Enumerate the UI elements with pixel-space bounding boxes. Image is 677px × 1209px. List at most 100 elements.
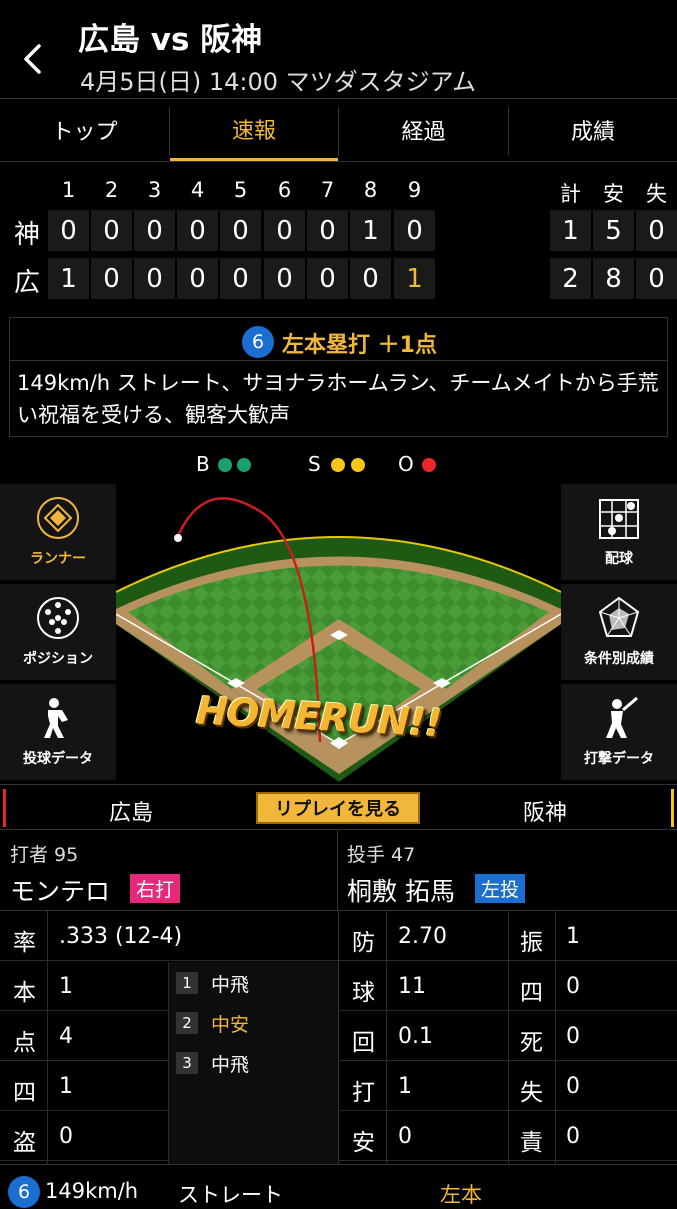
count-indicator: B S O — [0, 450, 677, 478]
inning-score: 1 — [48, 258, 89, 299]
footer-badge: 6 — [8, 1176, 40, 1208]
total-score: 0 — [636, 258, 677, 299]
play-detail-box: 6 左本塁打 ＋1点 149km/h ストレート、サヨナラホームラン、チームメイ… — [9, 317, 668, 437]
pitcher-stat-value: 0 — [566, 1024, 580, 1049]
game-info: 4月5日(日) 14:00 マツダスタジアム — [80, 68, 477, 96]
inning-header: 5 — [233, 178, 248, 202]
at-bat-history: 1 中飛 2 中安 3 中飛 — [168, 962, 338, 1165]
inning-score: 0 — [48, 210, 89, 251]
batter-stat-value: 4 — [59, 1024, 73, 1049]
batter-hand-badge: 右打 — [130, 874, 181, 903]
diamond-icon — [37, 497, 79, 539]
inning-header: 6 — [277, 178, 292, 202]
batter-stat-value: 0 — [59, 1124, 73, 1149]
play-description: 149km/h ストレート、サヨナラホームラン、チームメイトから手荒い祝福を受け… — [17, 371, 659, 427]
split-stats-button[interactable]: 条件別成績 — [561, 584, 677, 682]
inning-header: 3 — [147, 178, 162, 202]
pitcher-stat-key: 回 — [352, 1030, 375, 1056]
separator — [555, 911, 556, 1165]
separator — [386, 911, 387, 1165]
batter-stat-key: 点 — [13, 1030, 36, 1056]
batter-stat-value: .333 (12-4) — [59, 924, 183, 949]
pitcher-stat-key: 失 — [520, 1080, 543, 1106]
pitcher-stat-key: 振 — [520, 930, 543, 956]
batter-card: 打者 95 モンテロ 右打 — [0, 830, 338, 910]
inning-score: 0 — [220, 210, 261, 251]
inning-score: 0 — [307, 258, 348, 299]
pitch-log-footer: 6 149km/h ストレート 左本 — [0, 1164, 677, 1208]
pitcher-stat-value: 1 — [398, 1074, 412, 1099]
pitcher-icon — [44, 698, 68, 738]
pitcher-stat-value: 0 — [566, 1074, 580, 1099]
at-bat-result: 中飛 — [211, 1054, 250, 1076]
runner-button[interactable]: ランナー — [0, 484, 116, 582]
runner-label: ランナー — [30, 551, 86, 567]
batter-stat-value: 1 — [59, 974, 73, 999]
pitcher-stat-key: 安 — [352, 1130, 375, 1156]
replay-bar: 広島 リプレイを見る 阪神 — [0, 784, 677, 830]
separator — [47, 911, 48, 1165]
radar-chart-icon — [598, 596, 640, 637]
total-score: 1 — [550, 210, 591, 251]
batter-name: モンテロ — [10, 877, 111, 906]
replay-button[interactable]: リプレイを見る — [256, 792, 420, 824]
batter-stat-key: 率 — [13, 930, 36, 956]
batter-stat-key: 本 — [13, 980, 36, 1006]
inning-score: 1 — [350, 210, 391, 251]
tab-live[interactable]: 速報 — [170, 99, 338, 161]
strikes-label: S — [308, 452, 321, 476]
pitching-data-label: 投球データ — [23, 751, 93, 767]
total-score: 5 — [593, 210, 634, 251]
strike-dot — [351, 458, 365, 472]
at-bat-number: 1 — [176, 972, 198, 994]
pitcher-stat-key: 四 — [520, 980, 543, 1006]
home-team-label: 広島 — [108, 801, 153, 826]
back-arrow-icon[interactable] — [20, 42, 46, 76]
pitcher-stat-key: 防 — [352, 930, 375, 956]
batter-stat-key: 四 — [13, 1080, 36, 1106]
inning-header: 7 — [320, 178, 335, 202]
batter-icon — [606, 696, 638, 738]
pitcher-stat-value: 0 — [566, 974, 580, 999]
inning-header: 8 — [363, 178, 378, 202]
team-abbr: 広 — [14, 268, 41, 298]
inning-score: 0 — [394, 210, 435, 251]
strike-dot — [331, 458, 345, 472]
totals-header: 失 — [646, 182, 667, 206]
inning-score: 0 — [177, 258, 218, 299]
batting-data-label: 打撃データ — [584, 751, 654, 767]
position-icon — [37, 597, 79, 639]
position-label: ポジション — [23, 651, 93, 667]
inning-score: 0 — [307, 210, 348, 251]
strike-zone-icon — [599, 499, 639, 539]
scoreboard: 123456789計安失神000000010150広100000001280 — [0, 162, 677, 312]
pitch-chart-button[interactable]: 配球 — [561, 484, 677, 582]
pitcher-stat-key: 責 — [520, 1130, 543, 1156]
stats-table: 率 .333 (12-4) 防 2.70 振 1 本 1 球 11 四 0 点 4 回 0.1 死 0 四 1 打 1 失 0… — [0, 910, 677, 1165]
pitcher-stat-value: 11 — [398, 974, 426, 999]
inning-header: 1 — [61, 178, 76, 202]
total-score: 2 — [550, 258, 591, 299]
tab-bar: トップ 速報 経過 成績 — [0, 98, 677, 162]
tab-top[interactable]: トップ — [0, 99, 169, 161]
tab-stats[interactable]: 成績 — [509, 99, 677, 161]
pitching-data-button[interactable]: 投球データ — [0, 684, 116, 782]
away-team-label: 阪神 — [522, 801, 567, 826]
at-bat-number: 3 — [176, 1052, 198, 1074]
pitcher-stat-value: 0 — [398, 1124, 412, 1149]
total-score: 0 — [636, 210, 677, 251]
batter-stat-value: 1 — [59, 1074, 73, 1099]
tab-progress[interactable]: 経過 — [339, 99, 508, 161]
pitcher-stat-value: 0 — [566, 1124, 580, 1149]
inning-header: 4 — [190, 178, 205, 202]
pitcher-stat-value: 0.1 — [398, 1024, 433, 1049]
inning-score: 0 — [177, 210, 218, 251]
position-button[interactable]: ポジション — [0, 584, 116, 682]
at-bat-number: 2 — [176, 1012, 198, 1034]
balls-label: B — [196, 452, 210, 476]
outs-label: O — [398, 452, 414, 476]
batting-data-button[interactable]: 打撃データ — [561, 684, 677, 782]
pitch-chart-label: 配球 — [605, 551, 633, 567]
pitcher-stat-key: 打 — [352, 1080, 375, 1106]
pitcher-role: 投手 47 — [347, 844, 416, 866]
